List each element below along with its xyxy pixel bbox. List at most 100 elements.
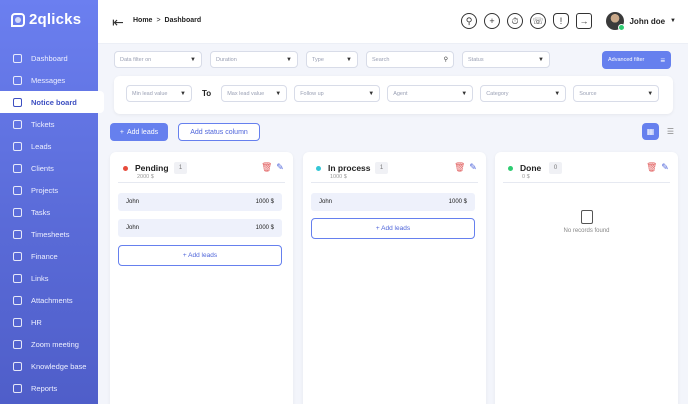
trash-icon[interactable]: 🗑 <box>646 162 657 173</box>
status-select[interactable]: Status ▼ <box>462 51 550 68</box>
view-toggle: ▦ ☰ <box>642 123 679 140</box>
edit-icon[interactable]: ✎ <box>660 162 670 173</box>
ticket-icon <box>13 119 22 129</box>
search-icon[interactable]: ⚲ <box>461 13 477 29</box>
column-total: 2000 $ <box>137 174 154 180</box>
column-actions: 🗑 ✎ <box>646 162 670 173</box>
chevron-down-icon: ▼ <box>346 56 352 63</box>
timer-icon[interactable]: ⏱ <box>507 13 523 29</box>
trash-icon[interactable]: 🗑 <box>454 162 465 173</box>
search-input[interactable]: Search ⚲ <box>366 51 454 68</box>
select-placeholder: Max lead value <box>227 90 265 97</box>
chevron-down-icon: ▼ <box>190 56 196 63</box>
sliders-icon: ≡ <box>660 55 665 65</box>
sidebar-item-label: Dashboard <box>31 53 68 63</box>
projects-icon <box>13 185 22 195</box>
column-header: In process 1000 $ 1 🗑 ✎ <box>311 161 478 183</box>
breadcrumb: Home > Dashboard <box>133 17 201 24</box>
sidebar-item-notice-board[interactable]: Notice board <box>0 91 104 113</box>
sidebar-item-label: Timesheets <box>31 229 70 239</box>
list-view-icon[interactable]: ☰ <box>662 123 679 140</box>
sidebar-item-reports[interactable]: Reports <box>0 377 98 399</box>
breadcrumb-current: Dashboard <box>164 17 202 24</box>
sidebar-item-links[interactable]: Links <box>0 267 98 289</box>
tasks-icon <box>13 207 22 217</box>
advanced-filter-button[interactable]: Advanced filter ≡ <box>602 51 671 69</box>
home-icon <box>13 53 22 63</box>
select-placeholder: Follow up <box>300 90 324 97</box>
lead-card[interactable]: John 1000 $ <box>118 219 282 237</box>
column-title: Pending <box>135 163 169 173</box>
column-title: In process <box>328 163 371 173</box>
add-status-column-button[interactable]: Add status column <box>178 123 260 141</box>
sidebar-item-zoom-meeting[interactable]: Zoom meeting <box>0 333 98 355</box>
min-lead-value-select[interactable]: Min lead value ▼ <box>126 85 192 102</box>
sidebar-item-label: Reports <box>31 383 58 393</box>
lead-card[interactable]: John 1000 $ <box>311 193 475 211</box>
sidebar-item-tasks[interactable]: Tasks <box>0 201 98 223</box>
headset-icon[interactable]: ☏ <box>530 13 546 29</box>
add-lead-button[interactable]: + Add leads <box>118 245 282 266</box>
follow-up-select[interactable]: Follow up ▼ <box>294 85 381 102</box>
add-leads-button[interactable]: + Add leads <box>110 123 168 141</box>
data-filter-select[interactable]: Data filter on ▼ <box>114 51 202 68</box>
breadcrumb-home[interactable]: Home <box>133 17 152 24</box>
advanced-filter-panel: Min lead value ▼ To Max lead value ▼ Follo… <box>114 76 673 114</box>
duration-select[interactable]: Duration ▼ <box>210 51 298 68</box>
top-bar: ⇤ Home > Dashboard ⚲ + ⏱ ☏ ! → John doe … <box>98 0 688 44</box>
trash-icon[interactable]: 🗑 <box>261 162 272 173</box>
breadcrumb-separator: > <box>156 17 161 24</box>
sidebar-item-label: Links <box>31 273 49 283</box>
select-placeholder: Category <box>486 90 509 97</box>
add-leads-label: Add leads <box>126 128 159 136</box>
chevron-down-icon: ▼ <box>180 90 186 97</box>
sidebar-item-clients[interactable]: Clients <box>0 157 98 179</box>
sidebar-item-leads[interactable]: Leads <box>0 135 98 157</box>
agent-select[interactable]: Agent ▼ <box>387 85 474 102</box>
search-icon: ⚲ <box>443 57 448 63</box>
chat-icon <box>13 75 22 85</box>
app-logo[interactable]: 2qlicks <box>11 11 81 28</box>
sidebar-item-attachments[interactable]: Attachments <box>0 289 98 311</box>
sidebar: 2qlicks Dashboard Messages Notice board … <box>0 0 104 404</box>
add-status-column-label: Add status column <box>190 128 248 136</box>
add-lead-button[interactable]: + Add leads <box>311 218 475 239</box>
source-select[interactable]: Source ▼ <box>573 85 660 102</box>
type-select[interactable]: Type ▼ <box>306 51 358 68</box>
edit-icon[interactable]: ✎ <box>468 162 478 173</box>
board-column-in-process: In process 1000 $ 1 🗑 ✎ John 1000 $ + Ad… <box>303 152 486 404</box>
sidebar-item-hr[interactable]: HR <box>0 311 98 333</box>
range-to-label: To <box>202 89 212 98</box>
category-select[interactable]: Category ▼ <box>480 85 567 102</box>
sidebar-item-label: Attachments <box>31 295 73 305</box>
sidebar-item-messages[interactable]: Messages <box>0 69 98 91</box>
logout-icon[interactable]: → <box>576 13 592 29</box>
sidebar-item-label: Tasks <box>31 207 51 217</box>
sidebar-item-finance[interactable]: Finance <box>0 245 98 267</box>
sidebar-item-tickets[interactable]: Tickets <box>0 113 98 135</box>
select-placeholder: Agent <box>393 90 408 97</box>
filter-row: Data filter on ▼ Duration ▼ Type ▼ Search ⚲ … <box>114 51 550 68</box>
sidebar-item-label: Zoom meeting <box>31 339 79 349</box>
edit-icon[interactable]: ✎ <box>275 162 285 173</box>
empty-state: No records found <box>495 210 678 234</box>
user-menu[interactable]: John doe ▼ <box>606 12 676 31</box>
max-lead-value-select[interactable]: Max lead value ▼ <box>221 85 288 102</box>
advanced-filter-label: Advanced filter <box>608 57 645 63</box>
add-icon[interactable]: + <box>484 13 500 29</box>
chevron-down-icon: ▼ <box>538 56 544 63</box>
board-icon <box>13 97 22 107</box>
lead-card[interactable]: John 1000 $ <box>118 193 282 211</box>
sidebar-item-label: Messages <box>31 75 66 85</box>
sidebar-item-dashboard[interactable]: Dashboard <box>0 47 98 69</box>
bell-icon[interactable]: ! <box>553 13 569 29</box>
chevron-down-icon: ▼ <box>275 90 282 97</box>
sidebar-item-timesheets[interactable]: Timesheets <box>0 223 98 245</box>
grid-view-icon[interactable]: ▦ <box>642 123 659 140</box>
user-name: John doe <box>629 16 666 26</box>
back-arrow-icon[interactable]: ⇤ <box>112 14 124 31</box>
sidebar-item-projects[interactable]: Projects <box>0 179 98 201</box>
column-actions: 🗑 ✎ <box>454 162 478 173</box>
sidebar-item-knowledge-base[interactable]: Knowledge base <box>0 355 98 377</box>
lead-value: 1000 $ <box>448 199 467 205</box>
